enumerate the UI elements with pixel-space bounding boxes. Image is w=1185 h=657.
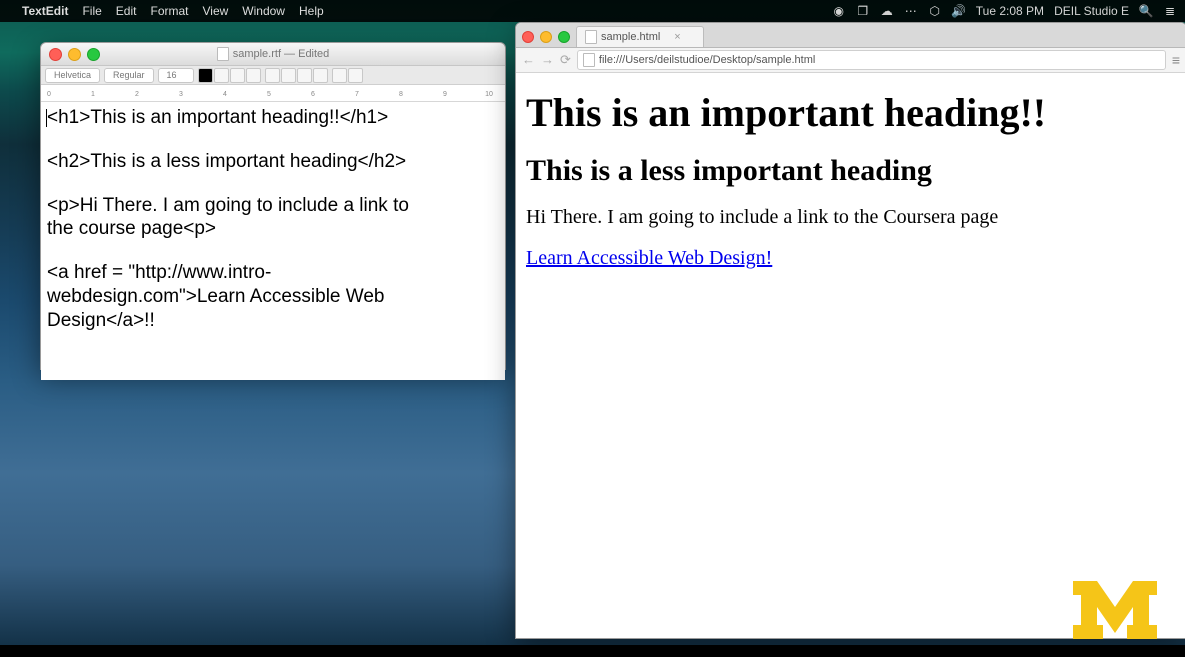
underline-button[interactable] bbox=[246, 68, 261, 83]
browser-viewport: This is an important heading!! This is a… bbox=[516, 73, 1185, 278]
page-link[interactable]: Learn Accessible Web Design! bbox=[526, 247, 772, 269]
align-center-button[interactable] bbox=[281, 68, 296, 83]
browser-tabbar: sample.html × bbox=[516, 23, 1185, 48]
display-icon[interactable]: ❐ bbox=[856, 4, 870, 18]
sync-icon[interactable]: ☁ bbox=[880, 4, 894, 18]
textedit-ruler[interactable]: 0 1 2 3 4 5 6 7 8 9 10 bbox=[41, 85, 505, 102]
tab-title: sample.html bbox=[601, 31, 660, 43]
code-line: <a href = "http://www.intro- bbox=[47, 261, 499, 285]
browser-menu-icon[interactable]: ≡ bbox=[1172, 52, 1180, 68]
page-icon bbox=[583, 53, 595, 67]
browser-tab[interactable]: sample.html × bbox=[576, 26, 704, 47]
color-button[interactable] bbox=[198, 68, 213, 83]
url-text: file:///Users/deilstudioe/Desktop/sample… bbox=[599, 54, 815, 66]
textedit-titlebar[interactable]: sample.rtf — Edited bbox=[41, 43, 505, 66]
menu-window[interactable]: Window bbox=[242, 4, 285, 18]
font-style-select[interactable]: Regular bbox=[104, 68, 154, 83]
volume-icon[interactable]: 🔊 bbox=[952, 4, 966, 18]
code-line: Design</a>!! bbox=[47, 309, 499, 333]
font-size-select[interactable]: 16 bbox=[158, 68, 194, 83]
menu-file[interactable]: File bbox=[82, 4, 101, 18]
code-line: the course page<p> bbox=[47, 217, 499, 241]
code-line: <p>Hi There. I am going to include a lin… bbox=[47, 194, 499, 218]
font-family-select[interactable]: Helvetica bbox=[45, 68, 100, 83]
page-paragraph: Hi There. I am going to include a link t… bbox=[526, 206, 1176, 229]
dropbox-icon[interactable]: ⬡ bbox=[928, 4, 942, 18]
bold-button[interactable] bbox=[214, 68, 229, 83]
textedit-body[interactable]: <h1>This is an important heading!!</h1> … bbox=[41, 102, 505, 380]
forward-button[interactable]: → bbox=[541, 52, 554, 68]
michigan-logo-icon bbox=[1073, 581, 1157, 639]
align-justify-button[interactable] bbox=[313, 68, 328, 83]
bottom-edge bbox=[0, 645, 1185, 657]
browser-window: sample.html × ← → ⟳ file:///Users/deilst… bbox=[515, 22, 1185, 639]
spacing-button[interactable] bbox=[332, 68, 347, 83]
spotlight-icon[interactable]: 🔍 bbox=[1139, 4, 1153, 18]
zoom-icon[interactable] bbox=[558, 31, 570, 43]
menubar-app-name[interactable]: TextEdit bbox=[22, 4, 68, 18]
italic-button[interactable] bbox=[230, 68, 245, 83]
record-icon[interactable]: ◉ bbox=[832, 4, 846, 18]
textedit-title: sample.rtf — Edited bbox=[233, 48, 330, 60]
textedit-window: sample.rtf — Edited Helvetica Regular 16 bbox=[40, 42, 506, 370]
menu-help[interactable]: Help bbox=[299, 4, 324, 18]
menubar-clock[interactable]: Tue 2:08 PM bbox=[976, 4, 1044, 18]
document-icon bbox=[217, 47, 229, 61]
reload-button[interactable]: ⟳ bbox=[560, 52, 571, 68]
back-button[interactable]: ← bbox=[522, 52, 535, 68]
close-icon[interactable] bbox=[522, 31, 534, 43]
align-left-button[interactable] bbox=[265, 68, 280, 83]
menubar: TextEdit File Edit Format View Window He… bbox=[0, 0, 1185, 22]
menu-format[interactable]: Format bbox=[150, 4, 188, 18]
menubar-user[interactable]: DEIL Studio E bbox=[1054, 4, 1129, 18]
address-bar[interactable]: file:///Users/deilstudioe/Desktop/sample… bbox=[577, 50, 1166, 70]
page-h2: This is a less important heading bbox=[526, 154, 1176, 188]
align-right-button[interactable] bbox=[297, 68, 312, 83]
list-button[interactable] bbox=[348, 68, 363, 83]
tab-close-icon[interactable]: × bbox=[674, 31, 680, 43]
page-h1: This is an important heading!! bbox=[526, 89, 1176, 136]
menu-view[interactable]: View bbox=[203, 4, 229, 18]
textedit-toolbar: Helvetica Regular 16 bbox=[41, 66, 505, 85]
code-line: webdesign.com">Learn Accessible Web bbox=[47, 285, 499, 309]
menu-edit[interactable]: Edit bbox=[116, 4, 137, 18]
code-line: <h1>This is an important heading!!</h1> bbox=[47, 107, 388, 128]
desktop: TextEdit File Edit Format View Window He… bbox=[0, 0, 1185, 657]
code-line: <h2>This is a less important heading</h2… bbox=[47, 150, 499, 174]
minimize-icon[interactable] bbox=[540, 31, 552, 43]
browser-toolbar: ← → ⟳ file:///Users/deilstudioe/Desktop/… bbox=[516, 48, 1185, 73]
notification-center-icon[interactable]: ≣ bbox=[1163, 4, 1177, 18]
page-icon bbox=[585, 30, 597, 44]
dots-icon[interactable]: ⋯ bbox=[904, 4, 918, 18]
